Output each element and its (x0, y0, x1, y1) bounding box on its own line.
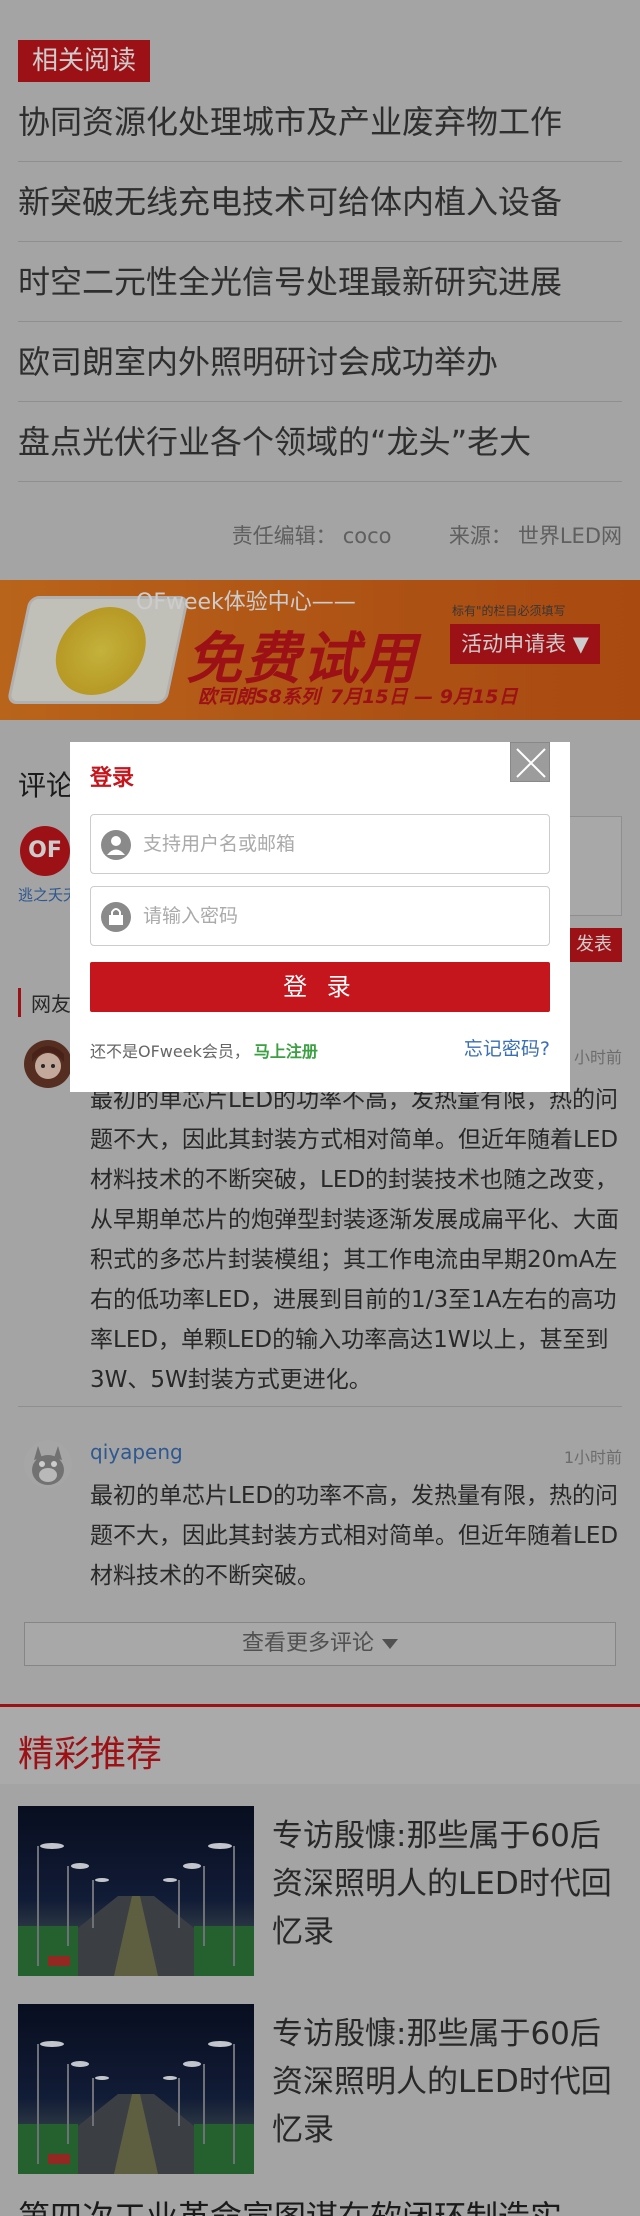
register-prompt: 还不是OFweek会员， 马上注册 (90, 1038, 318, 1062)
login-modal: 登录 登 录 还不是OFweek会员，马上注册 忘记密码? (70, 742, 570, 1092)
username-field[interactable] (90, 814, 550, 874)
close-icon (516, 748, 546, 778)
modal-overlay[interactable] (0, 0, 640, 2216)
user-icon (101, 830, 131, 860)
close-button[interactable] (510, 742, 550, 782)
forgot-password-link[interactable]: 忘记密码? (464, 1034, 550, 1061)
register-link[interactable]: 马上注册 (254, 1042, 318, 1061)
password-field[interactable] (90, 886, 550, 946)
password-input[interactable] (143, 887, 543, 945)
page: 相关阅读 协同资源化处理城市及产业废弃物工作 新突破无线充电技术可给体内植入设备… (0, 0, 640, 2216)
lock-icon (101, 902, 131, 932)
username-input[interactable] (143, 815, 543, 873)
not-member-text: 还不是OFweek会员， (90, 1042, 250, 1061)
login-title: 登录 (90, 766, 135, 791)
login-button[interactable]: 登 录 (90, 962, 550, 1012)
